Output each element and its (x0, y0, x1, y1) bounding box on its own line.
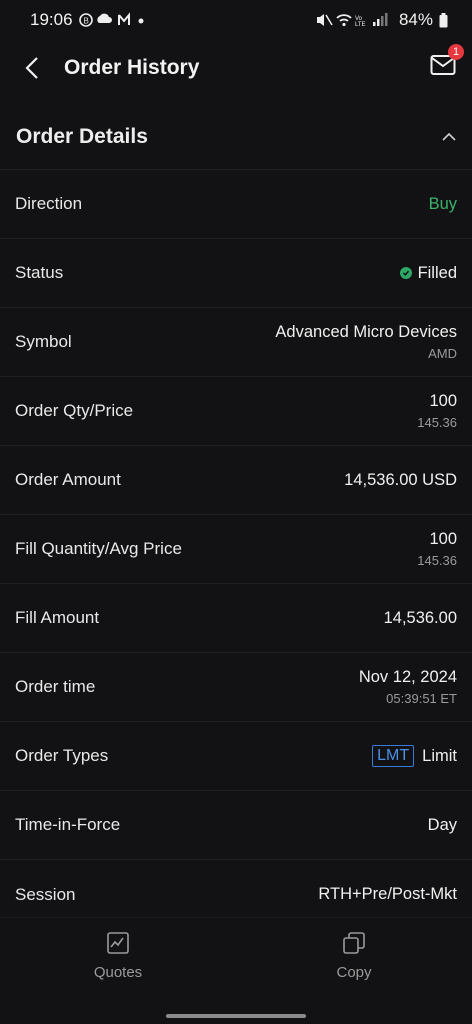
row-order-amount: Order Amount 14,536.00 USD (0, 446, 472, 515)
bottom-nav: Quotes Copy (0, 917, 472, 1024)
order-clock-time: 05:39:51 ET (386, 691, 457, 706)
order-time-value-wrap: Nov 12, 2024 05:39:51 ET (359, 668, 457, 706)
row-status: Status Filled (0, 239, 472, 308)
row-order-time: Order time Nov 12, 2024 05:39:51 ET (0, 653, 472, 722)
section-title: Order Details (16, 124, 148, 148)
row-fill-amount: Fill Amount 14,536.00 (0, 584, 472, 653)
lmt-tag: LMT (372, 745, 415, 767)
status-bar: 19:06 B Vo LTE 84% (0, 0, 472, 40)
order-qty-label: Order Qty/Price (15, 401, 134, 420)
row-fill-qty: Fill Quantity/Avg Price 100 145.36 (0, 515, 472, 584)
order-amount-label: Order Amount (15, 470, 121, 489)
order-types-value: Limit (422, 746, 457, 765)
symbol-name: Advanced Micro Devices (275, 323, 457, 341)
tab-copy-label: Copy (336, 964, 372, 981)
svg-text:LTE: LTE (355, 22, 366, 28)
status-value-wrap: Filled (399, 263, 457, 283)
page-title: Order History (64, 56, 200, 79)
order-time-label: Order time (15, 677, 96, 696)
tab-quotes-label: Quotes (93, 964, 143, 981)
order-qty-value-wrap: 100 145.36 (417, 392, 457, 430)
back-arrow-icon (25, 57, 38, 79)
symbol-ticker: AMD (428, 346, 457, 361)
row-order-types: Order Types LMT Limit (0, 722, 472, 791)
chart-icon (107, 932, 129, 954)
fill-amount-value: 14,536.00 (383, 608, 457, 627)
order-amount-value: 14,536.00 USD (344, 470, 457, 489)
notification-badge: 1 (448, 44, 464, 60)
back-button[interactable] (0, 56, 64, 80)
status-value: Filled (417, 263, 457, 282)
row-direction: Direction Buy (0, 170, 472, 239)
session-value: RTH+Pre/Post-Mkt (318, 885, 457, 903)
order-details-header[interactable]: Order Details (0, 104, 472, 170)
home-indicator[interactable] (166, 1014, 306, 1018)
row-order-qty: Order Qty/Price 100 145.36 (0, 377, 472, 446)
signal-icons: Vo LTE (315, 12, 393, 28)
fill-qty-label: Fill Quantity/Avg Price (15, 539, 182, 558)
check-circle-icon (399, 267, 412, 279)
status-time: 19:06 (30, 10, 73, 29)
tif-label: Time-in-Force (15, 815, 121, 834)
row-time-in-force: Time-in-Force Day (0, 791, 472, 860)
order-types-value-wrap: LMT Limit (372, 745, 457, 767)
session-label: Session (15, 884, 76, 904)
fill-qty-value: 100 (429, 530, 457, 548)
svg-text:B: B (83, 17, 88, 26)
tab-quotes[interactable]: Quotes (58, 932, 178, 981)
battery-percent: 84% (398, 10, 433, 29)
order-date: Nov 12, 2024 (358, 668, 457, 686)
notification-icons: B (78, 12, 149, 28)
row-symbol: Symbol Advanced Micro Devices AMD (0, 308, 472, 377)
tab-copy[interactable]: Copy (294, 932, 414, 981)
order-types-label: Order Types (15, 746, 109, 765)
chevron-up-icon[interactable] (442, 132, 456, 141)
copy-icon (343, 932, 365, 954)
direction-label: Direction (15, 194, 83, 213)
status-label: Status (15, 263, 64, 282)
symbol-label: Symbol (15, 332, 72, 351)
top-app-bar: Order History 1 (0, 40, 472, 96)
fill-price-value: 145.36 (417, 553, 457, 568)
messages-button[interactable]: 1 (430, 44, 464, 81)
symbol-value-wrap[interactable]: Advanced Micro Devices AMD (275, 323, 457, 361)
fill-qty-value-wrap: 100 145.36 (417, 530, 457, 568)
direction-value: Buy (428, 194, 457, 213)
order-details-list: Direction Buy Status Filled Symbol Advan… (0, 170, 472, 929)
tif-value: Day (427, 815, 457, 834)
battery-icon (439, 12, 448, 28)
fill-amount-label: Fill Amount (15, 608, 100, 627)
order-price-value: 145.36 (417, 415, 457, 430)
order-qty-value: 100 (429, 392, 457, 410)
